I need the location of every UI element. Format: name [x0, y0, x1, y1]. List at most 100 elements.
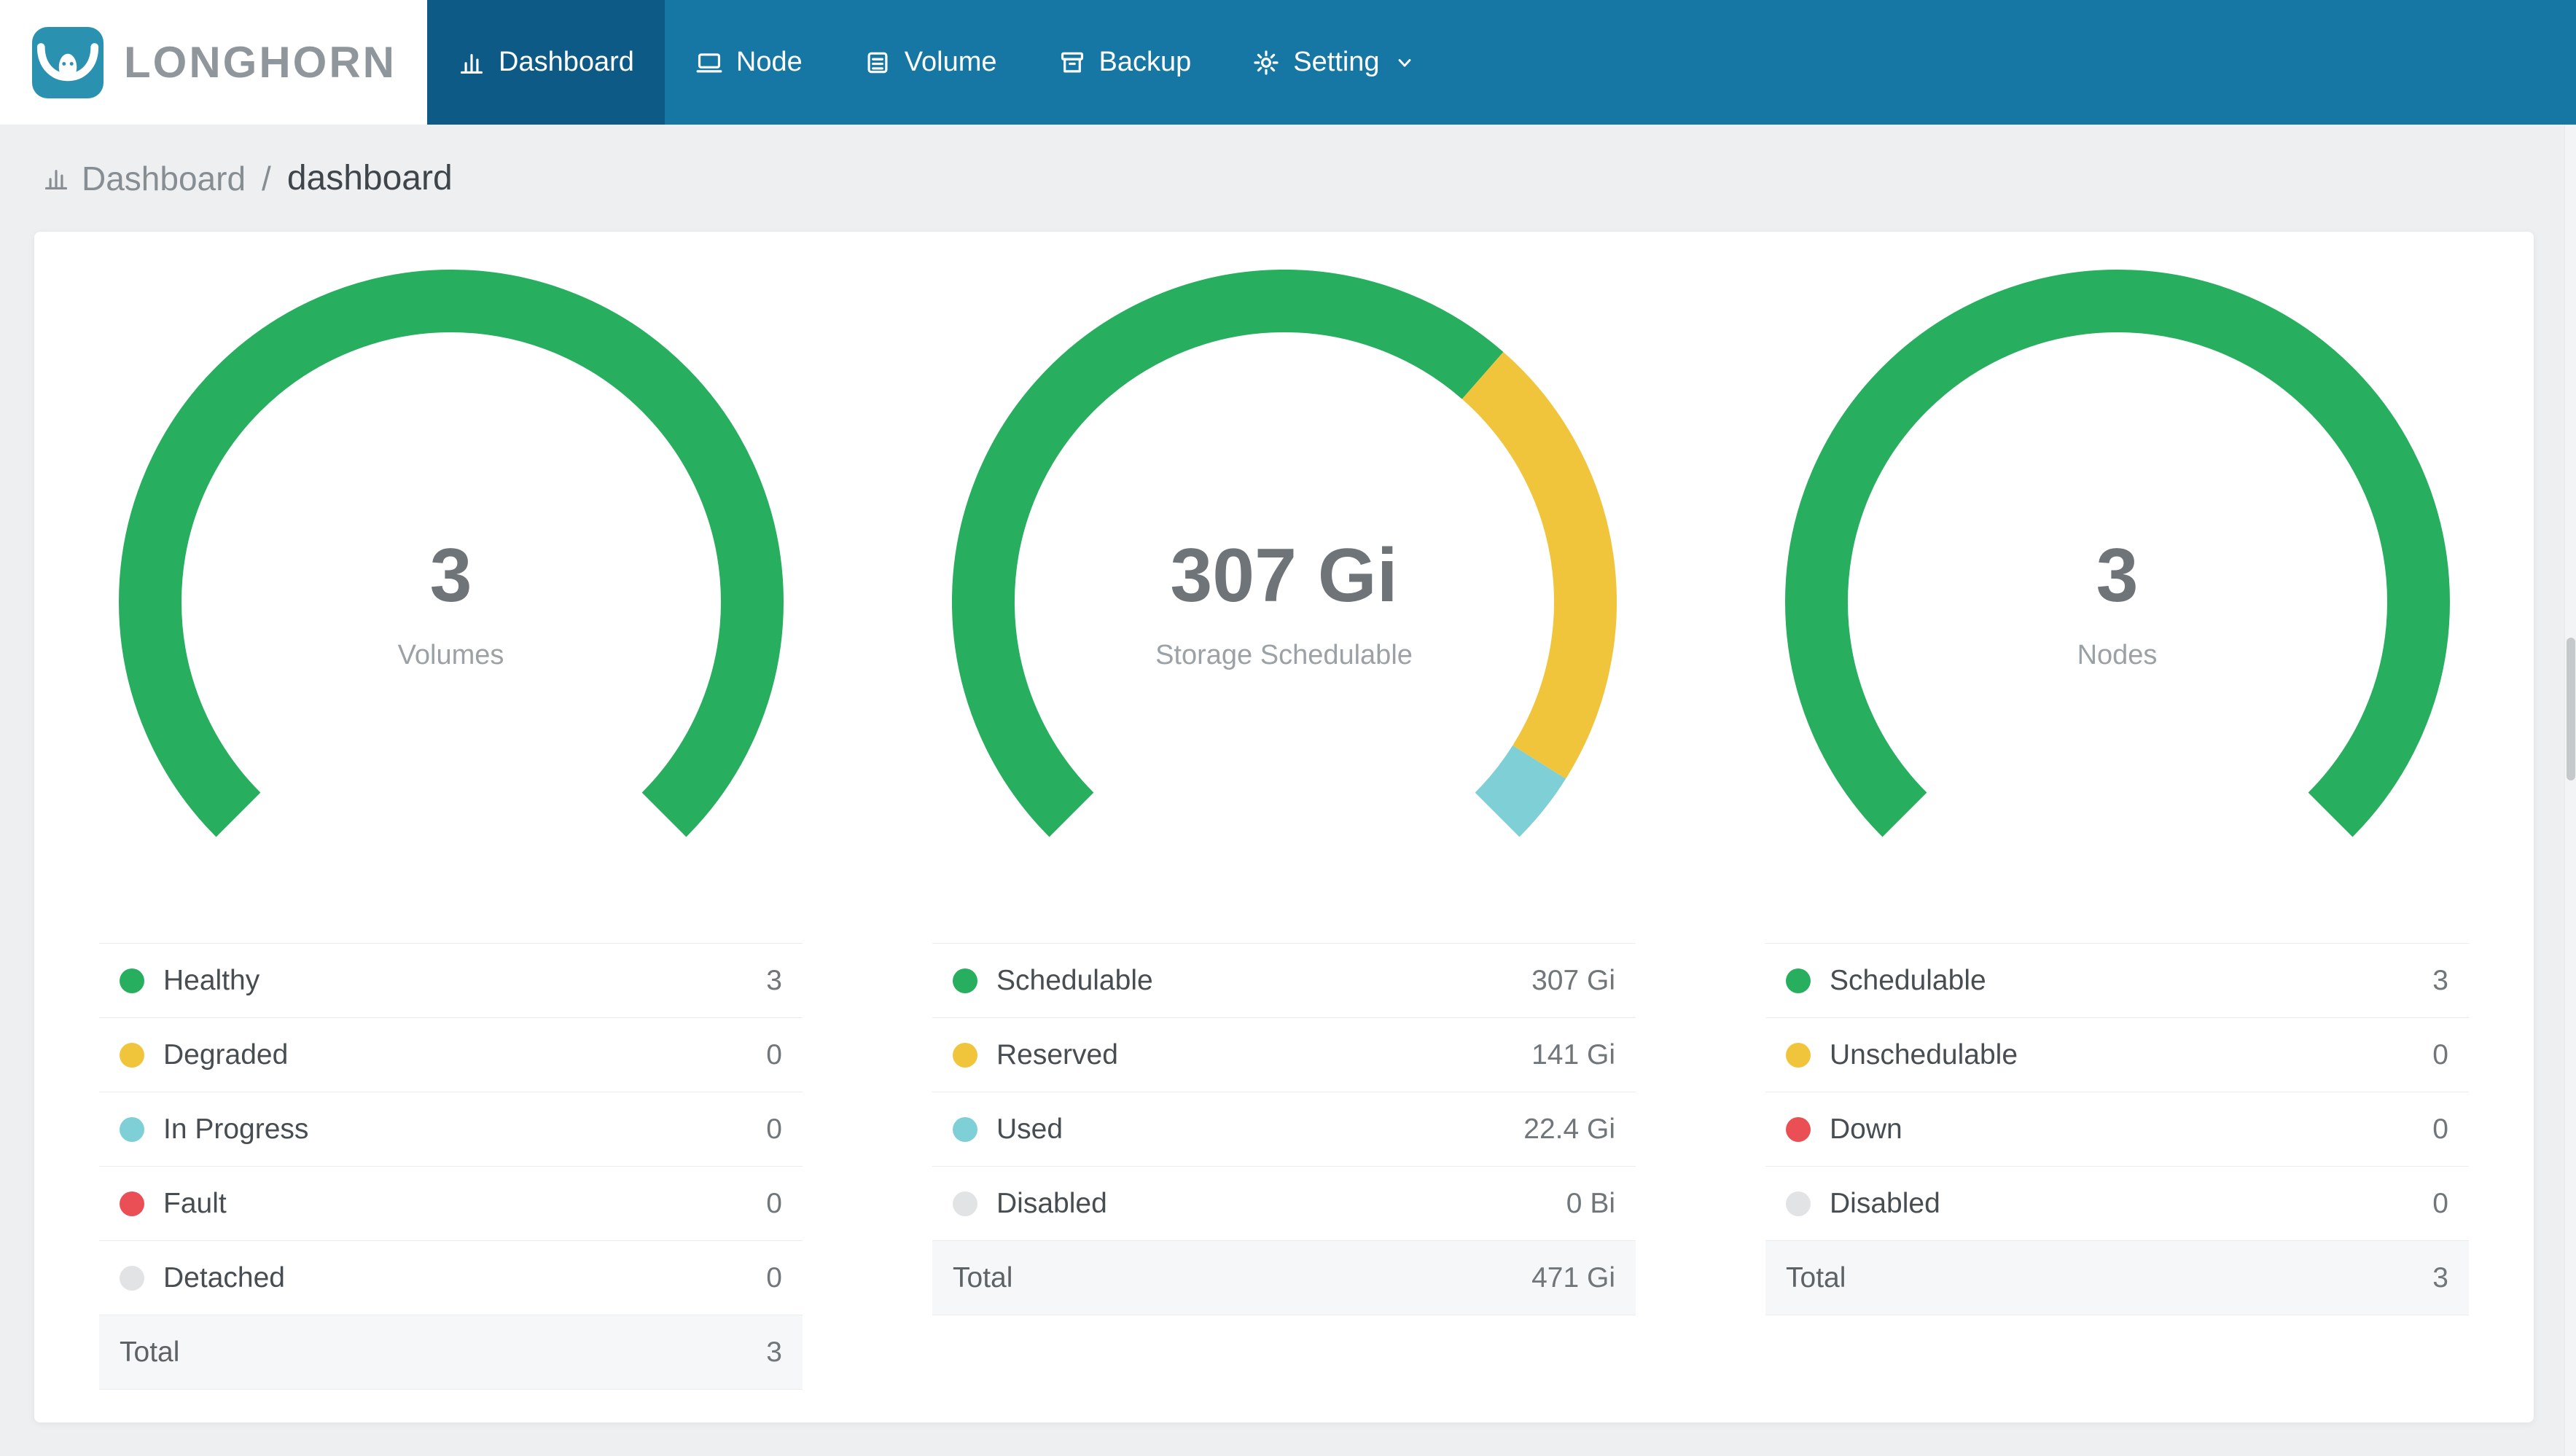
legend-color-dot — [120, 1042, 144, 1068]
legend-color-dot — [1786, 1191, 1811, 1216]
breadcrumb: Dashboard / dashboard — [0, 125, 2576, 232]
bar-chart-icon — [460, 53, 483, 74]
backup-icon — [1061, 52, 1083, 72]
legend-color-dot — [1786, 1042, 1811, 1068]
gauge-charts-row: 3 Volumes Healthy 3 Degraded 0 In Progre… — [34, 232, 2534, 1422]
legend-label: Disabled — [1830, 1187, 1940, 1219]
breadcrumb-separator: / — [262, 159, 271, 197]
total-label: Total — [120, 1336, 180, 1368]
legend-value: 307 Gi — [1531, 964, 1615, 996]
legend-row-used: Used 22.4 Gi — [932, 1092, 1636, 1167]
legend-total-row: Total 471 Gi — [932, 1241, 1636, 1315]
legend-label: Down — [1830, 1113, 1902, 1145]
legend-color-dot — [953, 1042, 977, 1068]
legend-label: Fault — [163, 1187, 227, 1219]
total-value: 471 Gi — [1531, 1261, 1615, 1293]
total-value: 3 — [2432, 1261, 2448, 1293]
legend-label: Detached — [163, 1261, 285, 1293]
bar-chart-icon — [44, 169, 68, 189]
legend-color-dot — [120, 1265, 144, 1291]
legend-total-row: Total 3 — [1765, 1241, 2469, 1315]
storage-legend-table: Schedulable 307 Gi Reserved 141 Gi Used … — [932, 943, 1636, 1315]
legend-color-dot — [120, 1116, 144, 1142]
nav-item-node[interactable]: Node — [665, 0, 833, 125]
top-navbar: LONGHORN Dashboard Node Volume Backup Se… — [0, 0, 2576, 125]
legend-value: 22.4 Gi — [1523, 1113, 1615, 1145]
gauge-panel-nodes: 3 Nodes Schedulable 3 Unschedulable 0 Do… — [1701, 232, 2534, 1422]
legend-total-row: Total 3 — [99, 1315, 803, 1390]
total-label: Total — [1786, 1261, 1846, 1293]
legend-value: 0 — [766, 1038, 782, 1071]
main-nav: Dashboard Node Volume Backup Setting — [427, 0, 1445, 125]
legend-label: Disabled — [996, 1187, 1107, 1219]
dashboard-card: 3 Volumes Healthy 3 Degraded 0 In Progre… — [34, 232, 2534, 1422]
nav-item-label: Dashboard — [499, 47, 634, 77]
legend-row-unschedulable: Unschedulable 0 — [1765, 1018, 2469, 1092]
brand-logo[interactable]: LONGHORN — [0, 0, 427, 125]
legend-color-dot — [953, 968, 977, 993]
legend-label: Unschedulable — [1830, 1038, 2018, 1071]
storage-gauge-chart: 307 Gi Storage Schedulable — [951, 270, 1617, 934]
breadcrumb-section[interactable]: Dashboard — [82, 159, 246, 198]
legend-color-dot — [120, 1191, 144, 1216]
nav-item-label: Backup — [1098, 47, 1192, 77]
legend-label: Healthy — [163, 964, 260, 996]
gauge-panel-storage: 307 Gi Storage Schedulable Schedulable 3… — [867, 232, 1701, 1422]
legend-label: Used — [996, 1113, 1063, 1145]
legend-row-schedulable: Schedulable 3 — [1765, 944, 2469, 1018]
legend-label: In Progress — [163, 1113, 309, 1145]
volume-icon — [867, 52, 888, 73]
scrollbar-thumb[interactable] — [2567, 638, 2575, 780]
legend-row-in-progress: In Progress 0 — [99, 1092, 803, 1167]
gauge-panel-volumes: 3 Volumes Healthy 3 Degraded 0 In Progre… — [34, 232, 867, 1422]
legend-value: 0 — [2432, 1038, 2448, 1071]
legend-color-dot — [953, 1116, 977, 1142]
legend-color-dot — [1786, 1116, 1811, 1142]
legend-value: 0 — [766, 1261, 782, 1293]
nav-item-setting[interactable]: Setting — [1222, 0, 1445, 125]
legend-color-dot — [953, 1191, 977, 1216]
legend-row-down: Down 0 — [1765, 1092, 2469, 1167]
legend-label: Reserved — [996, 1038, 1118, 1071]
legend-color-dot — [120, 968, 144, 993]
breadcrumb-current-page: dashboard — [286, 159, 453, 197]
legend-row-detached: Detached 0 — [99, 1241, 803, 1315]
volumes-gauge-chart: 3 Volumes — [118, 270, 784, 934]
legend-value: 141 Gi — [1531, 1038, 1615, 1071]
nodes-gauge-chart: 3 Nodes — [1784, 270, 2450, 934]
storage-gauge-arc — [951, 270, 1617, 837]
legend-row-disabled: Disabled 0 Bi — [932, 1167, 1636, 1241]
nav-item-label: Volume — [904, 47, 997, 77]
legend-row-schedulable: Schedulable 307 Gi — [932, 944, 1636, 1018]
nav-item-backup[interactable]: Backup — [1028, 0, 1222, 125]
gear-icon — [1254, 50, 1279, 75]
legend-value: 3 — [2432, 964, 2448, 996]
nav-item-dashboard[interactable]: Dashboard — [427, 0, 665, 125]
chevron-down-icon — [1398, 58, 1410, 67]
legend-value: 3 — [766, 964, 782, 996]
legend-color-dot — [1786, 968, 1811, 993]
nodes-gauge-arc — [1784, 270, 2450, 837]
legend-label: Degraded — [163, 1038, 289, 1071]
volumes-legend-table: Healthy 3 Degraded 0 In Progress 0 Fault… — [99, 943, 803, 1390]
brand-name: LONGHORN — [124, 38, 397, 87]
nav-item-label: Node — [735, 47, 803, 77]
total-value: 3 — [766, 1336, 782, 1368]
legend-row-reserved: Reserved 141 Gi — [932, 1018, 1636, 1092]
legend-row-degraded: Degraded 0 — [99, 1018, 803, 1092]
legend-row-healthy: Healthy 3 — [99, 944, 803, 1018]
legend-value: 0 Bi — [1566, 1187, 1615, 1219]
volumes-gauge-arc — [118, 270, 784, 837]
node-icon — [696, 52, 722, 72]
scrollbar-track[interactable] — [2564, 125, 2576, 1456]
total-label: Total — [953, 1261, 1013, 1293]
nav-item-label: Setting — [1293, 47, 1380, 77]
nav-item-volume[interactable]: Volume — [833, 0, 1028, 125]
legend-label: Schedulable — [1830, 964, 1986, 996]
legend-value: 0 — [2432, 1113, 2448, 1145]
legend-label: Schedulable — [996, 964, 1153, 996]
legend-row-disabled: Disabled 0 — [1765, 1167, 2469, 1241]
legend-value: 0 — [766, 1113, 782, 1145]
legend-row-fault: Fault 0 — [99, 1167, 803, 1241]
legend-value: 0 — [2432, 1187, 2448, 1219]
